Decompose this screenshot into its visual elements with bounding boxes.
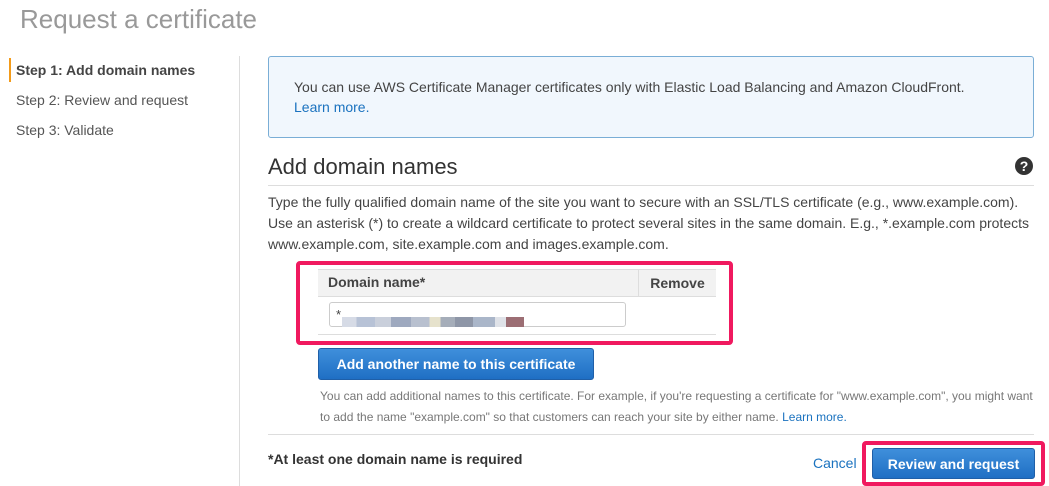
wizard-steps: Step 1: Add domain names Step 2: Review …: [9, 58, 229, 145]
info-box: You can use AWS Certificate Manager cert…: [268, 56, 1034, 138]
column-header-domain-name: Domain name*: [328, 274, 426, 290]
section-description: Type the fully qualified domain name of …: [268, 194, 1029, 252]
step-validate[interactable]: Step 3: Validate: [9, 115, 229, 145]
table-bottom-border: [318, 334, 716, 335]
info-learn-more-link[interactable]: Learn more.: [294, 99, 369, 115]
note-learn-more-link[interactable]: Learn more.: [782, 410, 847, 424]
section-divider: [268, 185, 1034, 186]
domain-name-input[interactable]: [329, 302, 626, 327]
info-text: You can use AWS Certificate Manager cert…: [294, 79, 965, 95]
sidebar-divider: [239, 56, 240, 486]
additional-names-note: You can add additional names to this cer…: [320, 386, 1034, 428]
domain-names-table: Domain name* Remove: [318, 269, 716, 335]
table-header: Domain name* Remove: [318, 269, 716, 297]
step-add-domain-names[interactable]: Step 1: Add domain names: [9, 58, 229, 82]
cancel-link[interactable]: Cancel: [813, 455, 857, 471]
required-note: *At least one domain name is required: [268, 451, 523, 467]
review-and-request-button[interactable]: Review and request: [872, 448, 1035, 479]
column-header-remove: Remove: [638, 270, 716, 296]
footer-divider: [268, 434, 1034, 435]
add-another-name-button[interactable]: Add another name to this certificate: [318, 348, 594, 380]
help-icon[interactable]: ?: [1015, 157, 1033, 175]
page-title: Request a certificate: [20, 4, 258, 34]
step-review-and-request[interactable]: Step 2: Review and request: [9, 85, 229, 115]
additional-names-text: You can add additional names to this cer…: [320, 389, 1033, 424]
section-title: Add domain names: [268, 154, 458, 179]
